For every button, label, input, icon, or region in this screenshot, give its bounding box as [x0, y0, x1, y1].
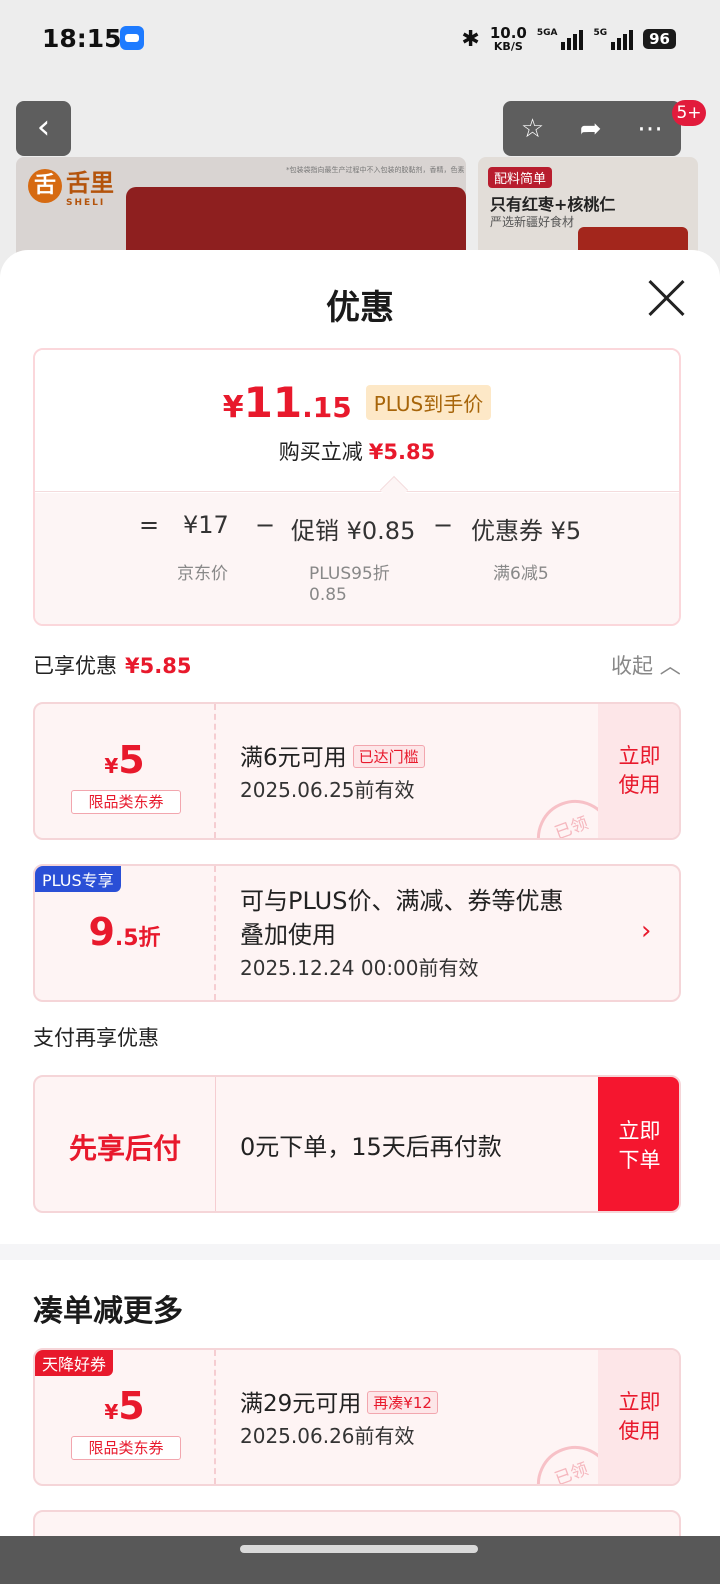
- chevron-right-icon[interactable]: ›: [641, 916, 651, 946]
- coupon-expiry: 2025.06.26前有效: [240, 1424, 415, 1448]
- formula-minus: −: [255, 511, 276, 539]
- add-more-badge: 再凑¥12: [367, 1391, 438, 1414]
- more-savings-title: 凑单减更多: [33, 1294, 183, 1329]
- status-icons: ✱ 10.0 KB/S 5GA 5G 96: [461, 26, 676, 52]
- plus-discount-rate: 9.5折: [88, 910, 161, 954]
- price-summary-top: ¥11.15 PLUS到手价 购买立减 ¥5.85: [35, 350, 679, 492]
- instant-reduction: 购买立减 ¥5.85: [278, 440, 436, 464]
- formula-promo-label: PLUS95折: [309, 564, 390, 584]
- battery-icon: 96: [643, 29, 676, 49]
- ingredient-subtitle: 严选新疆好食材: [490, 215, 575, 229]
- coupon-value-panel: 天降好券 ¥5 限品类东券: [35, 1350, 216, 1484]
- coupon-kind-badge: 限品类东券: [71, 1436, 181, 1460]
- price-summary-card: ¥11.15 PLUS到手价 购买立减 ¥5.85 = ¥17 − 促销 ¥0.8…: [33, 348, 681, 626]
- more-icon[interactable]: ⋯: [637, 114, 663, 144]
- final-price-value: ¥11.15: [222, 378, 352, 427]
- signal-5ga-icon: 5GA: [537, 28, 584, 50]
- home-indicator[interactable]: [240, 1545, 478, 1553]
- coupon-card[interactable]: 天降好券 ¥5 限品类东券 满29元可用 再凑¥12 2025.06.26前有效 …: [33, 1348, 681, 1486]
- formula-promo: 促销 ¥0.85: [291, 517, 416, 545]
- network-speed: 10.0 KB/S: [489, 24, 527, 53]
- formula-promo-value: 0.85: [309, 585, 347, 605]
- star-icon[interactable]: ☆: [521, 114, 544, 144]
- coupon-condition: 满29元可用 再凑¥12: [240, 1384, 438, 1418]
- plus-exclusive-ribbon: PLUS专享: [35, 866, 121, 892]
- formula-minus: −: [433, 511, 454, 539]
- plus-offer-expiry: 2025.12.24 00:00前有效: [240, 956, 479, 980]
- bluetooth-icon: ✱: [461, 26, 480, 52]
- section-divider: [0, 1244, 720, 1260]
- share-icon[interactable]: ➦: [580, 114, 602, 144]
- coupon-condition: 满6元可用 已达门槛: [240, 738, 425, 772]
- status-time: 18:15: [42, 24, 122, 53]
- order-now-button[interactable]: 立即 下单: [598, 1077, 679, 1211]
- plus-offer-description: 可与PLUS价、满减、券等优惠 叠加使用: [240, 887, 564, 949]
- ingredient-tag: 配料简单: [488, 167, 553, 188]
- coupon-kind-badge: 限品类东券: [71, 790, 181, 814]
- close-icon[interactable]: [646, 278, 686, 318]
- use-now-button[interactable]: 立即 使用: [598, 1350, 679, 1484]
- threshold-met-badge: 已达门槛: [352, 745, 425, 768]
- formula-base-price: ¥17: [183, 511, 229, 539]
- coupon-amount: ¥5: [104, 1384, 145, 1428]
- enjoyed-discounts-header: 已享优惠 ¥5.85: [33, 654, 192, 678]
- final-price: ¥11.15 PLUS到手价: [35, 378, 679, 427]
- message-badge: 5+: [672, 100, 706, 126]
- system-nav-bar: [0, 1536, 720, 1584]
- payment-section-title: 支付再享优惠: [33, 1026, 159, 1050]
- formula-coupon-label: 满6减5: [493, 564, 549, 584]
- sheet-title: 优惠: [326, 288, 394, 328]
- collapse-button[interactable]: 收起 ︿: [611, 650, 681, 680]
- chevron-left-icon: ‹: [36, 107, 51, 147]
- formula-equals: =: [139, 511, 160, 539]
- car-app-icon: [120, 26, 144, 50]
- good-coupon-ribbon: 天降好券: [35, 1350, 114, 1376]
- brand-glyph: 舌: [28, 168, 62, 203]
- coupon-card[interactable]: ¥5 限品类东券 满6元可用 已达门槛 2025.06.25前有效 已领 立即 使用: [33, 702, 681, 840]
- product-actions: ☆ ➦ ⋯: [503, 101, 681, 156]
- pay-later-card[interactable]: 先享后付 0元下单，15天后再付款 立即 下单: [33, 1075, 681, 1213]
- chevron-up-icon: ︿: [659, 654, 681, 678]
- plus-offer-card[interactable]: PLUS专享 9.5折 可与PLUS价、满减、券等优惠 叠加使用 2025.12.…: [33, 864, 681, 1002]
- plus-price-tag: PLUS到手价: [365, 385, 492, 420]
- formula-coupon: 优惠券 ¥5: [471, 517, 582, 545]
- price-formula: = ¥17 − 促销 ¥0.85 − 优惠券 ¥5 京东价 PLUS95折 0.…: [35, 493, 679, 624]
- signal-5g-icon: 5G: [593, 28, 634, 50]
- use-now-button[interactable]: 立即 使用: [598, 704, 679, 838]
- pay-later-description: 0元下单，15天后再付款: [240, 1133, 502, 1161]
- coupon-amount: ¥5: [104, 738, 145, 782]
- discount-sheet: 优惠 ¥11.15 PLUS到手价 购买立减 ¥5.85 = ¥17 − 促销 ¥…: [0, 250, 720, 1584]
- brand-logo: 舌 舌里 SHELI: [28, 163, 114, 208]
- coupon-value-panel: ¥5 限品类东券: [35, 704, 216, 838]
- pay-later-name: 先享后付: [68, 1132, 181, 1165]
- pay-later-name-panel: 先享后付: [35, 1077, 216, 1211]
- ingredient-title: 只有红枣+核桃仁: [490, 195, 616, 214]
- formula-base-label: 京东价: [177, 564, 228, 584]
- coupon-expiry: 2025.06.25前有效: [240, 778, 415, 802]
- status-bar: 18:15 ✱ 10.0 KB/S 5GA 5G 96: [0, 0, 720, 80]
- plus-offer-value-panel: PLUS专享 9.5折: [35, 866, 216, 1000]
- product-note: *包装袋指向最生产过程中不入包装的胶黏剂，香精，色素: [286, 166, 465, 174]
- back-button[interactable]: ‹: [16, 101, 71, 156]
